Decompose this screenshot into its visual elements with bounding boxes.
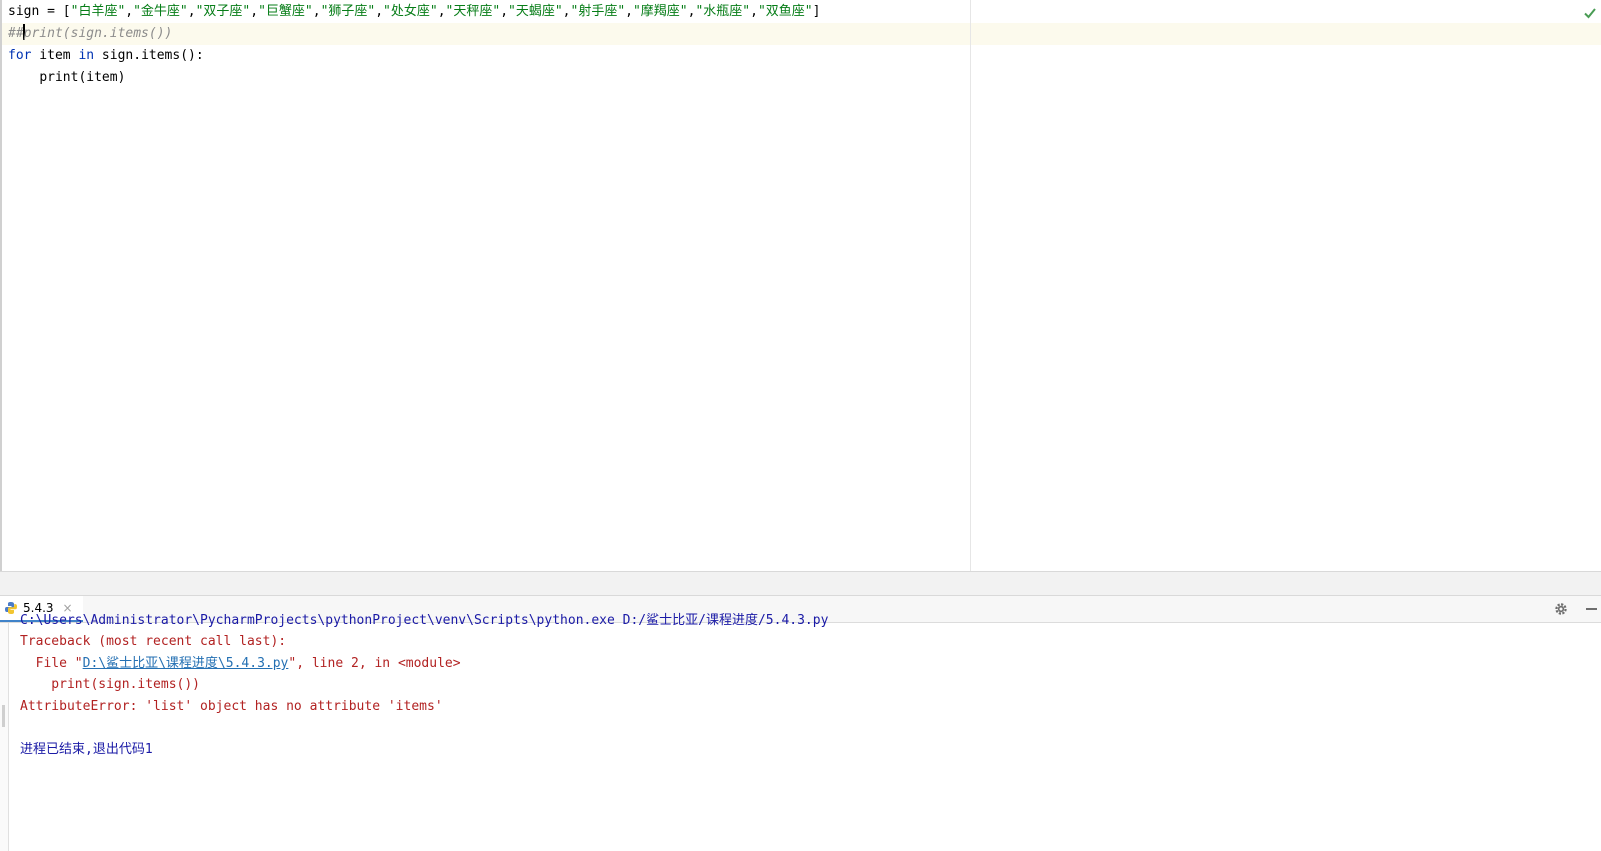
console-gutter <box>0 623 9 851</box>
string-literal: "天秤座" <box>445 4 501 19</box>
file-prefix: File " <box>20 656 83 671</box>
string-literal: "处女座" <box>383 4 438 19</box>
check-icon[interactable] <box>1583 6 1597 20</box>
string-literal: "双鱼座" <box>757 4 813 19</box>
python-icon <box>5 602 17 614</box>
code-text: print(item) <box>39 70 126 85</box>
traceback-header: Traceback (most recent call last): <box>20 634 287 649</box>
separator: , <box>562 4 571 19</box>
code-line-2[interactable]: ##print(sign.items()) <box>8 23 172 45</box>
keyword-in: in <box>78 48 95 63</box>
string-literal: "白羊座" <box>70 4 126 19</box>
code-line-4[interactable]: print(item) <box>8 67 125 89</box>
string-literal: "狮子座" <box>320 4 376 19</box>
separator: , <box>375 4 384 19</box>
current-line-highlight <box>2 23 1601 45</box>
file-link[interactable]: D:\鲨士比亚\课程进度\5.4.3.py <box>83 656 289 671</box>
console-command-line: C:\Users\Administrator\PycharmProjects\p… <box>20 613 829 628</box>
string-list: "白羊座","金牛座","双子座","巨蟹座","狮子座","处女座","天秤座… <box>71 4 813 19</box>
string-literal: "摩羯座" <box>632 4 688 19</box>
comment-hash: ## <box>8 26 24 41</box>
run-console[interactable]: C:\Users\Administrator\PycharmProjects\p… <box>0 613 1601 851</box>
traceback-file-line: File "D:\鲨士比亚\课程进度\5.4.3.py", line 2, in… <box>20 653 461 675</box>
separator: , <box>750 4 758 19</box>
minimize-icon[interactable] <box>1586 608 1597 610</box>
right-margin-guide <box>970 0 971 571</box>
separator: , <box>250 4 259 19</box>
separator: , <box>312 4 321 19</box>
file-suffix: ", line 2, in <module> <box>288 656 461 671</box>
comment-text: print(sign.items()) <box>23 26 173 41</box>
separator: , <box>437 4 446 19</box>
traceback-code-line: print(sign.items()) <box>20 677 201 692</box>
string-literal: "巨蟹座" <box>258 4 313 19</box>
separator: , <box>125 4 134 19</box>
string-literal: "水瓶座" <box>695 4 751 19</box>
comment-hash-text: ## <box>8 26 24 41</box>
code-line-3[interactable]: for item in sign.items(): <box>8 45 204 67</box>
panel-splitter[interactable] <box>0 571 1601 596</box>
gear-icon[interactable] <box>1554 602 1568 616</box>
keyword-for: for <box>8 48 32 63</box>
exit-message: 进程已结束,退出代码1 <box>20 742 153 757</box>
string-literal: "射手座" <box>570 4 626 19</box>
code-text: item <box>31 48 79 63</box>
separator: , <box>500 4 509 19</box>
code-text: ] <box>812 4 821 19</box>
string-literal: "金牛座" <box>133 4 188 19</box>
separator: , <box>187 4 196 19</box>
code-line-1[interactable]: sign = ["白羊座","金牛座","双子座","巨蟹座","狮子座","处… <box>8 1 820 23</box>
code-text: sign.items(): <box>94 48 204 63</box>
string-literal: "双子座" <box>195 4 251 19</box>
separator: , <box>625 4 633 19</box>
code-editor[interactable]: sign = ["白羊座","金牛座","双子座","巨蟹座","狮子座","处… <box>0 0 1601 571</box>
code-text: sign = [ <box>8 4 71 19</box>
error-message: AttributeError: 'list' object has no att… <box>20 699 443 714</box>
scroll-marker <box>2 705 5 727</box>
string-literal: "天蝎座" <box>508 4 563 19</box>
